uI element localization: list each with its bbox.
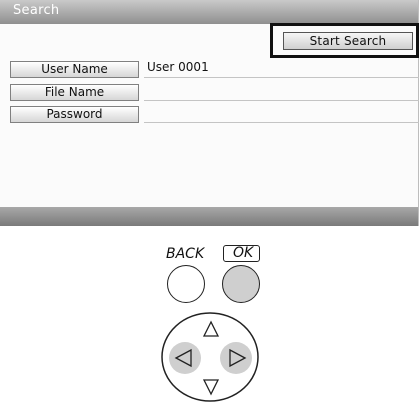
user-name-button[interactable]: User Name [10,61,139,78]
back-button[interactable] [167,265,205,303]
left-arrow-button[interactable] [169,342,201,374]
password-value [144,104,419,123]
bottom-bar [0,207,418,226]
title-bar: Search [0,0,418,24]
file-name-value [144,82,419,101]
lcd-screen: Search Start Search User Name User 0001 … [0,0,419,226]
start-search-button[interactable]: Start Search [283,32,413,50]
ok-button[interactable] [222,265,260,303]
ok-label-box: OK [223,245,260,262]
user-name-value: User 0001 [144,59,419,78]
password-button[interactable]: Password [10,106,139,123]
file-name-button[interactable]: File Name [10,84,139,101]
direction-pad [161,312,259,402]
screen-title: Search [13,3,60,18]
ok-label: OK [233,245,254,261]
back-label: BACK [166,246,205,262]
right-arrow-button[interactable] [220,342,252,374]
